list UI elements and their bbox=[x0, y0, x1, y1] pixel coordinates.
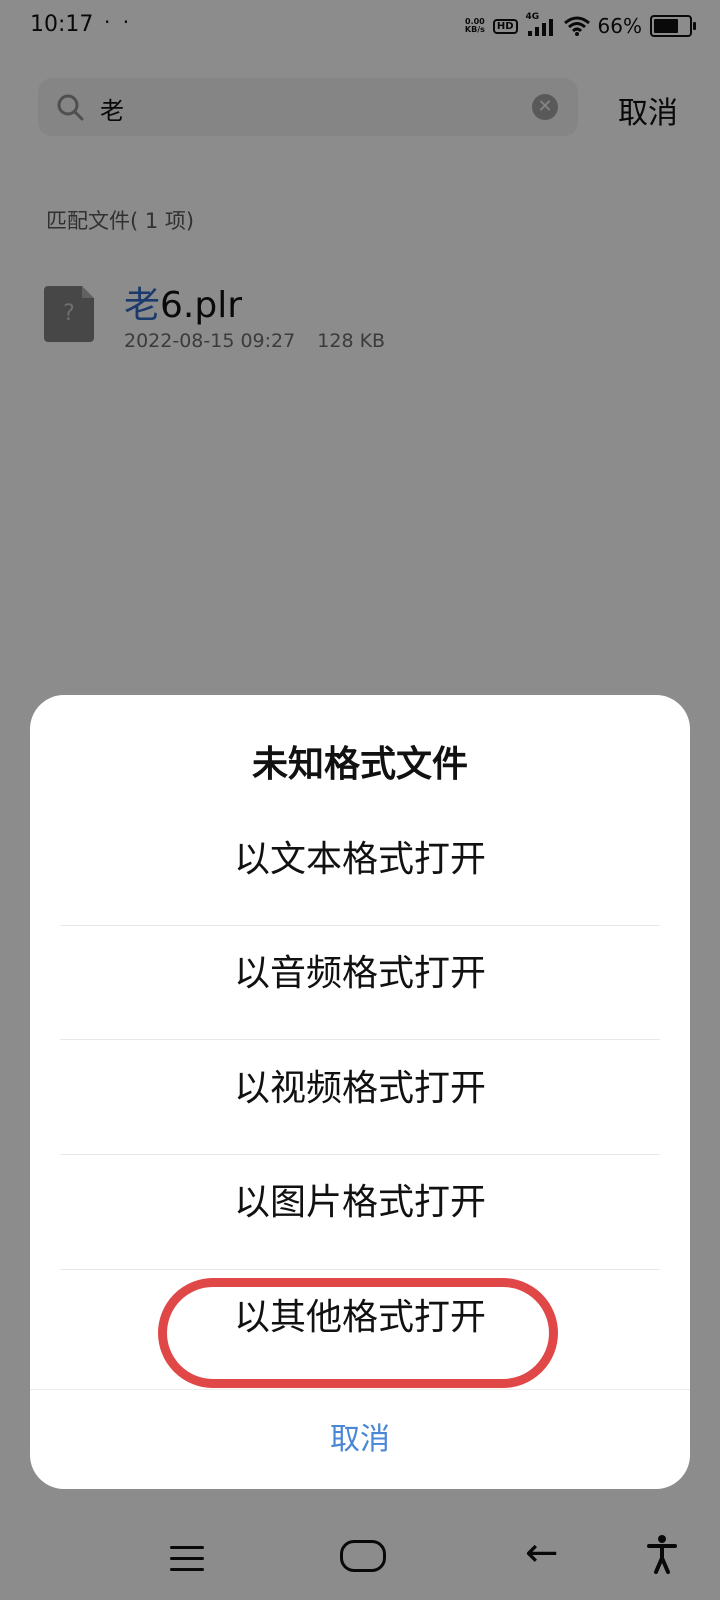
open-as-video-option[interactable]: 以视频格式打开 bbox=[60, 1032, 660, 1146]
dialog-cancel-button[interactable]: 取消 bbox=[30, 1389, 690, 1490]
highlight-annotation bbox=[158, 1278, 558, 1388]
dialog-title: 未知格式文件 bbox=[251, 744, 468, 785]
open-as-image-option[interactable]: 以图片格式打开 bbox=[60, 1146, 660, 1260]
open-as-text-option[interactable]: 以文本格式打开 bbox=[60, 803, 660, 917]
open-as-audio-option[interactable]: 以音频格式打开 bbox=[60, 917, 660, 1031]
